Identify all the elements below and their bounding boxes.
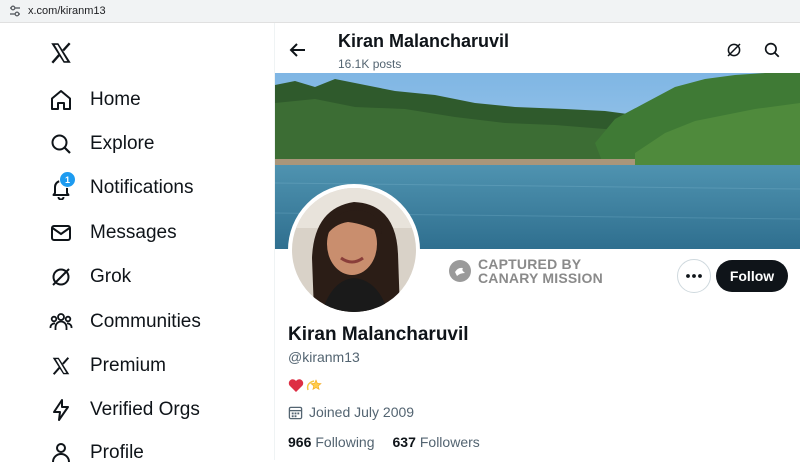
sidebar-item-premium[interactable]: Premium bbox=[48, 350, 166, 382]
mail-icon bbox=[48, 220, 74, 246]
profile-bio bbox=[288, 375, 323, 395]
sidebar-item-notifications[interactable]: 1 Notifications bbox=[48, 171, 194, 204]
followers-count: 637 bbox=[392, 434, 416, 450]
person-icon bbox=[48, 440, 74, 466]
sidebar-item-label: Profile bbox=[90, 442, 144, 463]
sidebar-item-grok[interactable]: Grok bbox=[48, 261, 131, 293]
profile-avatar[interactable] bbox=[288, 184, 420, 316]
following-label: Following bbox=[315, 434, 375, 450]
profile-handle: @kiranm13 bbox=[288, 349, 360, 365]
followers-label: Followers bbox=[419, 434, 480, 450]
search-icon[interactable] bbox=[763, 41, 781, 59]
sidebar-item-label: Communities bbox=[90, 311, 201, 332]
joined-text: Joined July 2009 bbox=[309, 404, 415, 420]
sidebar-item-label: Messages bbox=[90, 222, 177, 243]
followers-link[interactable]: 637 Followers bbox=[393, 434, 480, 450]
sidebar-item-home[interactable]: Home bbox=[48, 84, 141, 116]
people-icon bbox=[48, 309, 74, 335]
header-posts-count: 16.1K posts bbox=[338, 57, 402, 71]
sidebar-item-label: Grok bbox=[90, 266, 132, 287]
sidebar: Home Explore 1 Notifications Messages Gr… bbox=[0, 23, 275, 463]
following-count: 966 bbox=[288, 434, 312, 450]
grok-icon bbox=[48, 264, 74, 290]
sidebar-item-label: Notifications bbox=[90, 177, 194, 198]
watermark-line-2: CANARY MISSION bbox=[478, 270, 603, 286]
watermark-line-1: CAPTURED BY bbox=[478, 256, 582, 272]
more-dots-icon bbox=[686, 274, 702, 278]
profile-header-bar: Kiran Malancharuvil 16.1K posts bbox=[275, 23, 800, 73]
dizzy-star-icon bbox=[306, 379, 322, 391]
canary-mission-watermark: CAPTURED BY CANARY MISSION bbox=[448, 257, 603, 285]
back-arrow-icon[interactable] bbox=[288, 40, 308, 60]
lightning-icon bbox=[48, 397, 74, 423]
x-logo-icon[interactable] bbox=[48, 40, 74, 66]
canary-logo-icon bbox=[449, 260, 471, 282]
profile-main: Kiran Malancharuvil 16.1K posts CAPTURED… bbox=[275, 23, 800, 460]
sidebar-item-verified-orgs[interactable]: Verified Orgs bbox=[48, 394, 200, 426]
sidebar-item-label: Explore bbox=[90, 133, 155, 154]
joined-date: Joined July 2009 bbox=[288, 404, 414, 420]
profile-name: Kiran Malancharuvil bbox=[288, 324, 469, 345]
follow-button[interactable]: Follow bbox=[716, 260, 788, 292]
sidebar-item-label: Verified Orgs bbox=[90, 399, 200, 420]
following-link[interactable]: 966 Following bbox=[288, 434, 375, 450]
red-heart-icon bbox=[288, 378, 304, 392]
url-text[interactable]: x.com/kiranm13 bbox=[28, 5, 106, 17]
notification-badge: 1 bbox=[59, 171, 76, 188]
x-logo-icon bbox=[48, 353, 74, 379]
sidebar-item-communities[interactable]: Communities bbox=[48, 306, 201, 338]
grok-icon[interactable] bbox=[725, 41, 743, 59]
site-settings-icon[interactable] bbox=[8, 4, 22, 18]
calendar-icon bbox=[288, 406, 303, 419]
browser-address-bar[interactable]: x.com/kiranm13 bbox=[0, 0, 800, 23]
sidebar-item-messages[interactable]: Messages bbox=[48, 217, 177, 249]
home-icon bbox=[48, 87, 74, 113]
bell-icon: 1 bbox=[48, 171, 76, 201]
header-name: Kiran Malancharuvil bbox=[338, 31, 510, 51]
sidebar-item-label: Home bbox=[90, 89, 141, 110]
follow-stats: 966 Following 637 Followers bbox=[288, 434, 498, 450]
sidebar-item-label: Premium bbox=[90, 355, 167, 376]
sidebar-item-profile[interactable]: Profile bbox=[48, 437, 144, 469]
sidebar-item-explore[interactable]: Explore bbox=[48, 128, 154, 160]
more-options-button[interactable] bbox=[677, 259, 711, 293]
search-icon bbox=[48, 131, 74, 157]
